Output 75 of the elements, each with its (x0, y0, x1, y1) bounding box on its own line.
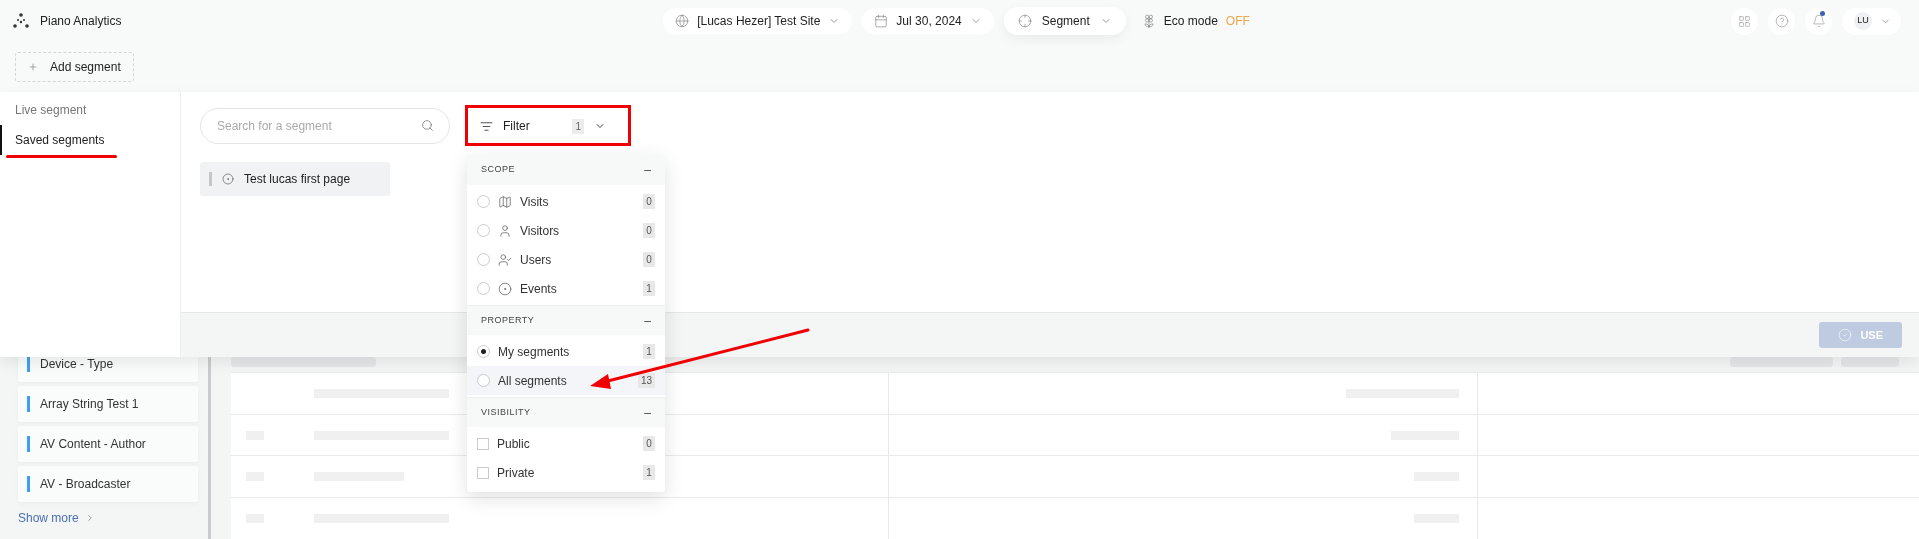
apps-grid-button[interactable] (1731, 7, 1758, 35)
option-label: Visitors (520, 222, 561, 240)
option-label: Private (497, 464, 536, 482)
segment-card[interactable]: AV - Broadcaster (18, 466, 198, 502)
grid-icon (1738, 14, 1751, 28)
option-label: My segments (498, 343, 571, 361)
section-header: SCOPE (481, 163, 515, 177)
filter-option[interactable]: Visitors 0 (467, 216, 665, 245)
option-label: Public (497, 435, 531, 453)
checkbox[interactable] (477, 437, 489, 450)
option-label: Users (520, 251, 553, 269)
count-badge: 1 (572, 118, 584, 134)
filter-option[interactable]: Events 1 (467, 274, 665, 303)
segment-card[interactable]: AV Content - Author (18, 426, 198, 462)
user-menu[interactable]: LU (1842, 7, 1901, 35)
filter-option[interactable]: Public 0 (467, 429, 665, 458)
logo-icon (12, 13, 30, 29)
crosshair-icon (1017, 14, 1032, 28)
section-header: PROPERTY (481, 313, 535, 327)
dot-circle-icon (498, 281, 512, 296)
count-badge: 0 (643, 223, 655, 238)
flower-icon (1141, 14, 1156, 28)
filter-option[interactable]: Users 0 (467, 245, 665, 274)
count-badge: 1 (643, 465, 655, 480)
option-label: Visits (520, 193, 550, 211)
count-badge: 1 (643, 344, 655, 359)
radio-button[interactable] (477, 224, 490, 237)
radio-button[interactable] (477, 374, 490, 387)
app-name: Piano Analytics (40, 13, 122, 30)
user-avatar: LU (1854, 12, 1872, 30)
count-badge: 1 (643, 281, 655, 296)
globe-icon (675, 14, 690, 28)
filter-option[interactable]: All segments 13 (467, 366, 665, 395)
count-badge: 0 (643, 194, 655, 209)
check-circle-icon (1838, 328, 1853, 342)
filter-icon (480, 119, 493, 133)
collapse-toggle[interactable]: – (644, 311, 651, 330)
segment-selector[interactable]: Segment (1003, 7, 1126, 35)
search-field[interactable]: Search for a segment (200, 108, 450, 144)
search-icon (421, 119, 434, 132)
collapse-toggle[interactable]: – (644, 161, 651, 179)
count-badge: 0 (643, 436, 655, 451)
bell-icon (1811, 14, 1826, 28)
map-icon (498, 194, 512, 209)
radio-button[interactable] (477, 195, 490, 208)
calendar-icon (874, 14, 889, 28)
dot-circle-icon (222, 173, 234, 185)
notifications-button[interactable] (1805, 7, 1832, 35)
filter-button[interactable]: Filter 1 (468, 109, 618, 143)
segment-chip[interactable]: Test lucas first page (200, 162, 390, 196)
radio-button[interactable] (477, 345, 490, 358)
show-more-link[interactable]: Show more (18, 506, 198, 530)
filter-option[interactable]: Private 1 (467, 458, 665, 487)
site-selector[interactable]: [Lucas Hezer] Test Site (663, 8, 853, 34)
radio-button[interactable] (477, 253, 490, 266)
option-label: Events (520, 280, 558, 298)
person-icon (498, 223, 512, 238)
eco-mode-toggle[interactable]: Eco mode OFF (1135, 8, 1256, 34)
date-selector[interactable]: Jul 30, 2024 (862, 8, 994, 34)
add-segment-button[interactable]: Add segment (15, 52, 134, 82)
help-button[interactable] (1768, 7, 1795, 35)
collapse-toggle[interactable]: – (644, 403, 651, 422)
filter-option[interactable]: Visits 0 (467, 187, 665, 216)
option-label: All segments (498, 372, 568, 390)
segment-tab[interactable]: Live segment (0, 95, 180, 125)
radio-button[interactable] (477, 282, 490, 295)
help-icon (1774, 14, 1789, 28)
person-check-icon (498, 252, 512, 267)
checkbox[interactable] (477, 466, 489, 479)
section-header: VISIBILITY (481, 405, 531, 419)
count-badge: 13 (637, 373, 655, 388)
segment-card[interactable]: Array String Test 1 (18, 386, 198, 422)
count-badge: 0 (643, 252, 655, 267)
filter-option[interactable]: My segments 1 (467, 337, 665, 366)
plus-icon (28, 62, 38, 72)
